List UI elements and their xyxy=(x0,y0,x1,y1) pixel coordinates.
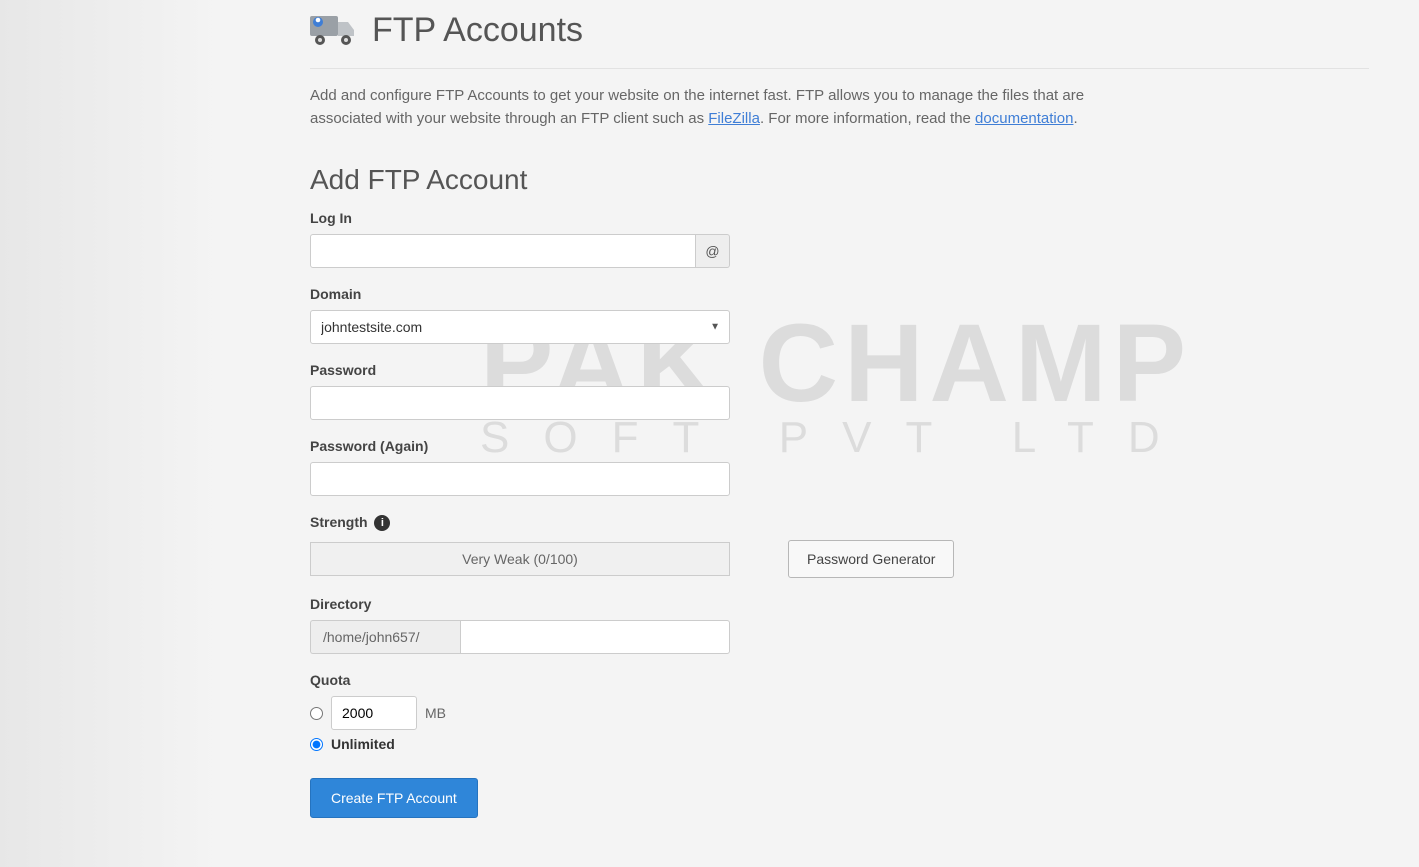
ftp-truck-icon xyxy=(310,10,358,50)
password-again-input[interactable] xyxy=(310,462,730,496)
directory-prefix: /home/john657/ xyxy=(310,620,460,654)
domain-select[interactable]: johntestsite.com xyxy=(310,310,730,344)
page-description: Add and configure FTP Accounts to get yo… xyxy=(310,85,1150,130)
create-ftp-account-button[interactable]: Create FTP Account xyxy=(310,778,478,818)
quota-input[interactable] xyxy=(331,696,417,730)
at-symbol-addon: @ xyxy=(696,234,730,268)
password-input[interactable] xyxy=(310,386,730,420)
info-icon: i xyxy=(374,515,390,531)
quota-label: Quota xyxy=(310,672,1369,688)
login-label: Log In xyxy=(310,210,730,226)
password-label: Password xyxy=(310,362,730,378)
password-again-label: Password (Again) xyxy=(310,438,730,454)
add-ftp-section-title: Add FTP Account xyxy=(310,164,1369,196)
strength-label: Strength i xyxy=(310,514,1369,532)
quota-unit: MB xyxy=(425,705,446,721)
strength-meter: Very Weak (0/100) xyxy=(310,542,730,576)
left-gutter xyxy=(0,0,220,867)
filezilla-link[interactable]: FileZilla xyxy=(708,110,760,127)
page-title: FTP Accounts xyxy=(372,11,583,50)
directory-label: Directory xyxy=(310,596,730,612)
domain-label: Domain xyxy=(310,286,730,302)
password-generator-button[interactable]: Password Generator xyxy=(788,540,954,578)
directory-input[interactable] xyxy=(460,620,730,654)
documentation-link[interactable]: documentation xyxy=(975,110,1073,127)
quota-limited-radio[interactable] xyxy=(310,707,323,720)
quota-unlimited-label: Unlimited xyxy=(331,736,395,752)
login-input[interactable] xyxy=(310,234,696,268)
quota-unlimited-radio[interactable] xyxy=(310,738,323,751)
page-header: FTP Accounts xyxy=(310,10,1369,69)
